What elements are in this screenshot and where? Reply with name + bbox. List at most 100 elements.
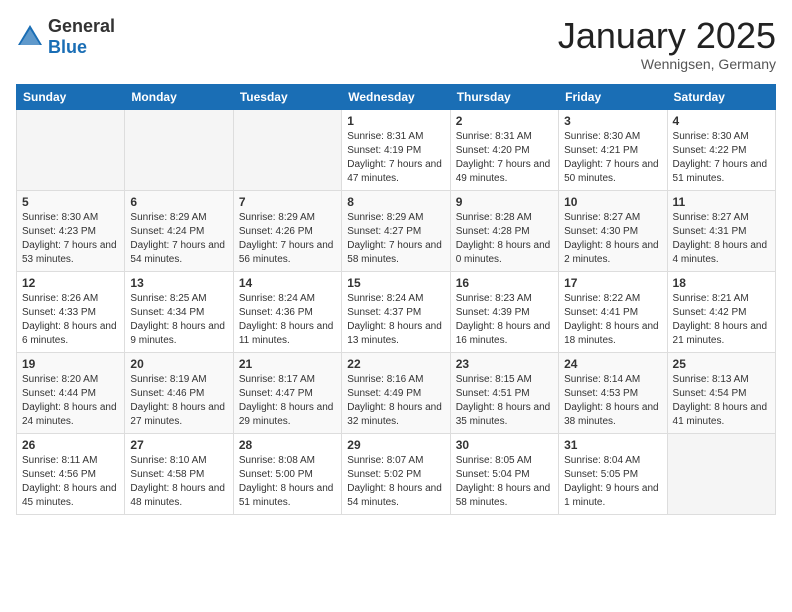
calendar-table: SundayMondayTuesdayWednesdayThursdayFrid…: [16, 84, 776, 515]
day-info: Sunrise: 8:24 AM Sunset: 4:37 PM Dayligh…: [347, 292, 444, 348]
day-number: 23: [456, 357, 553, 371]
day-number: 25: [673, 357, 770, 371]
weekday-header-monday: Monday: [125, 84, 233, 109]
day-info: Sunrise: 8:04 AM Sunset: 5:05 PM Dayligh…: [564, 454, 661, 510]
day-info: Sunrise: 8:23 AM Sunset: 4:39 PM Dayligh…: [456, 292, 553, 348]
calendar-cell: [233, 109, 341, 190]
logo-blue: Blue: [48, 37, 87, 57]
weekday-header-friday: Friday: [559, 84, 667, 109]
calendar-cell: 12 Sunrise: 8:26 AM Sunset: 4:33 PM Dayli…: [17, 271, 125, 352]
calendar-cell: 14Sunrise: 8:24 AM Sunset: 4:36 PM Dayli…: [233, 271, 341, 352]
calendar-cell: 3Sunrise: 8:30 AM Sunset: 4:21 PM Daylig…: [559, 109, 667, 190]
title-block: January 2025 Wennigsen, Germany: [558, 16, 776, 72]
calendar-cell: 4 Sunrise: 8:30 AM Sunset: 4:22 PM Daylig…: [667, 109, 775, 190]
day-number: 12: [22, 276, 119, 290]
day-number: 8: [347, 195, 444, 209]
day-info: Sunrise: 8:19 AM Sunset: 4:46 PM Dayligh…: [130, 373, 227, 429]
day-info: Sunrise: 8:13 AM Sunset: 4:54 PM Dayligh…: [673, 373, 770, 429]
day-number: 13: [130, 276, 227, 290]
day-info: Sunrise: 8:31 AM Sunset: 4:19 PM Dayligh…: [347, 130, 444, 186]
day-info: Sunrise: 8:27 AM Sunset: 4:30 PM Dayligh…: [564, 211, 661, 267]
day-number: 22: [347, 357, 444, 371]
calendar-cell: 26 Sunrise: 8:11 AM Sunset: 4:56 PM Dayli…: [17, 433, 125, 514]
calendar-cell: 19 Sunrise: 8:20 AM Sunset: 4:44 PM Dayli…: [17, 352, 125, 433]
day-number: 1: [347, 114, 444, 128]
day-info: Sunrise: 8:16 AM Sunset: 4:49 PM Dayligh…: [347, 373, 444, 429]
calendar-cell: 1 Sunrise: 8:31 AM Sunset: 4:19 PM Daylig…: [342, 109, 450, 190]
day-info: Sunrise: 8:22 AM Sunset: 4:41 PM Dayligh…: [564, 292, 661, 348]
calendar-cell: 29Sunrise: 8:07 AM Sunset: 5:02 PM Dayli…: [342, 433, 450, 514]
day-info: Sunrise: 8:08 AM Sunset: 5:00 PM Dayligh…: [239, 454, 336, 510]
day-number: 31: [564, 438, 661, 452]
weekday-header-sunday: Sunday: [17, 84, 125, 109]
logo-text: General Blue: [48, 16, 115, 58]
calendar-cell: 17 Sunrise: 8:22 AM Sunset: 4:41 PM Dayli…: [559, 271, 667, 352]
day-number: 6: [130, 195, 227, 209]
calendar-cell: 21 Sunrise: 8:17 AM Sunset: 4:47 PM Dayli…: [233, 352, 341, 433]
day-number: 16: [456, 276, 553, 290]
calendar-cell: 27Sunrise: 8:10 AM Sunset: 4:58 PM Dayli…: [125, 433, 233, 514]
day-info: Sunrise: 8:29 AM Sunset: 4:24 PM Dayligh…: [130, 211, 227, 267]
day-number: 21: [239, 357, 336, 371]
day-number: 11: [673, 195, 770, 209]
calendar-cell: 10 Sunrise: 8:27 AM Sunset: 4:30 PM Dayli…: [559, 190, 667, 271]
day-number: 26: [22, 438, 119, 452]
weekday-header-row: SundayMondayTuesdayWednesdayThursdayFrid…: [17, 84, 776, 109]
logo: General Blue: [16, 16, 115, 58]
day-info: Sunrise: 8:11 AM Sunset: 4:56 PM Dayligh…: [22, 454, 119, 510]
week-row-3: 12 Sunrise: 8:26 AM Sunset: 4:33 PM Dayli…: [17, 271, 776, 352]
day-number: 20: [130, 357, 227, 371]
calendar-cell: 23Sunrise: 8:15 AM Sunset: 4:51 PM Dayli…: [450, 352, 558, 433]
calendar-cell: 22 Sunrise: 8:16 AM Sunset: 4:49 PM Dayli…: [342, 352, 450, 433]
calendar-cell: 20 Sunrise: 8:19 AM Sunset: 4:46 PM Dayli…: [125, 352, 233, 433]
day-info: Sunrise: 8:31 AM Sunset: 4:20 PM Dayligh…: [456, 130, 553, 186]
day-number: 30: [456, 438, 553, 452]
page-header: General Blue January 2025 Wennigsen, Ger…: [16, 16, 776, 72]
day-info: Sunrise: 8:28 AM Sunset: 4:28 PM Dayligh…: [456, 211, 553, 267]
calendar-cell: 28 Sunrise: 8:08 AM Sunset: 5:00 PM Dayli…: [233, 433, 341, 514]
day-number: 17: [564, 276, 661, 290]
day-number: 28: [239, 438, 336, 452]
day-number: 15: [347, 276, 444, 290]
day-info: Sunrise: 8:26 AM Sunset: 4:33 PM Dayligh…: [22, 292, 119, 348]
calendar-cell: 5Sunrise: 8:30 AM Sunset: 4:23 PM Daylig…: [17, 190, 125, 271]
weekday-header-thursday: Thursday: [450, 84, 558, 109]
calendar-cell: 18Sunrise: 8:21 AM Sunset: 4:42 PM Dayli…: [667, 271, 775, 352]
day-number: 19: [22, 357, 119, 371]
weekday-header-tuesday: Tuesday: [233, 84, 341, 109]
day-info: Sunrise: 8:29 AM Sunset: 4:27 PM Dayligh…: [347, 211, 444, 267]
day-info: Sunrise: 8:07 AM Sunset: 5:02 PM Dayligh…: [347, 454, 444, 510]
day-info: Sunrise: 8:17 AM Sunset: 4:47 PM Dayligh…: [239, 373, 336, 429]
weekday-header-saturday: Saturday: [667, 84, 775, 109]
calendar-cell: 13Sunrise: 8:25 AM Sunset: 4:34 PM Dayli…: [125, 271, 233, 352]
day-info: Sunrise: 8:20 AM Sunset: 4:44 PM Dayligh…: [22, 373, 119, 429]
calendar-cell: 31 Sunrise: 8:04 AM Sunset: 5:05 PM Dayli…: [559, 433, 667, 514]
day-info: Sunrise: 8:10 AM Sunset: 4:58 PM Dayligh…: [130, 454, 227, 510]
weekday-header-wednesday: Wednesday: [342, 84, 450, 109]
day-number: 10: [564, 195, 661, 209]
week-row-2: 5Sunrise: 8:30 AM Sunset: 4:23 PM Daylig…: [17, 190, 776, 271]
day-number: 5: [22, 195, 119, 209]
day-number: 14: [239, 276, 336, 290]
calendar-cell: 24Sunrise: 8:14 AM Sunset: 4:53 PM Dayli…: [559, 352, 667, 433]
calendar-cell: 11Sunrise: 8:27 AM Sunset: 4:31 PM Dayli…: [667, 190, 775, 271]
logo-icon: [16, 23, 44, 51]
calendar-cell: 7 Sunrise: 8:29 AM Sunset: 4:26 PM Daylig…: [233, 190, 341, 271]
location: Wennigsen, Germany: [558, 56, 776, 72]
month-title: January 2025: [558, 16, 776, 56]
calendar-cell: [17, 109, 125, 190]
week-row-4: 19 Sunrise: 8:20 AM Sunset: 4:44 PM Dayli…: [17, 352, 776, 433]
day-number: 2: [456, 114, 553, 128]
day-number: 18: [673, 276, 770, 290]
calendar-cell: 6 Sunrise: 8:29 AM Sunset: 4:24 PM Daylig…: [125, 190, 233, 271]
day-info: Sunrise: 8:05 AM Sunset: 5:04 PM Dayligh…: [456, 454, 553, 510]
day-number: 4: [673, 114, 770, 128]
calendar-cell: 30 Sunrise: 8:05 AM Sunset: 5:04 PM Dayli…: [450, 433, 558, 514]
day-info: Sunrise: 8:29 AM Sunset: 4:26 PM Dayligh…: [239, 211, 336, 267]
week-row-5: 26 Sunrise: 8:11 AM Sunset: 4:56 PM Dayli…: [17, 433, 776, 514]
day-info: Sunrise: 8:30 AM Sunset: 4:22 PM Dayligh…: [673, 130, 770, 186]
day-number: 3: [564, 114, 661, 128]
day-number: 7: [239, 195, 336, 209]
calendar-cell: [125, 109, 233, 190]
calendar-cell: 8 Sunrise: 8:29 AM Sunset: 4:27 PM Daylig…: [342, 190, 450, 271]
